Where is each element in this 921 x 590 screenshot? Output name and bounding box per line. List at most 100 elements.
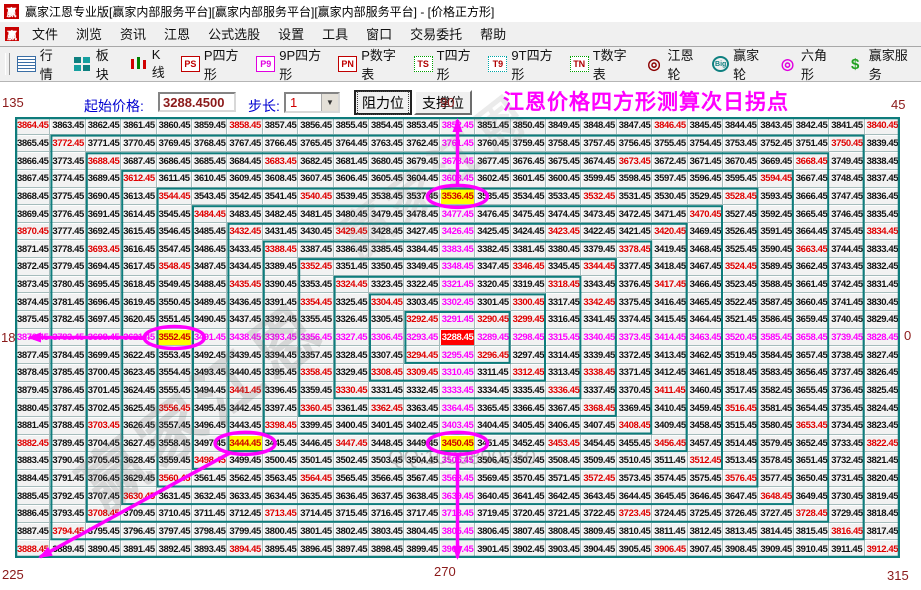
grid-cell: 3457.45 xyxy=(688,435,723,453)
grid-cell: 3584.45 xyxy=(758,346,793,364)
grid-cell: 3453.45 xyxy=(546,435,581,453)
grid-cell: 3292.45 xyxy=(404,311,439,329)
grid-cell: 3693.45 xyxy=(86,240,121,258)
grid-cell: 3497.45 xyxy=(192,435,227,453)
grid-cell: 3908.45 xyxy=(723,540,758,558)
child-window-icon[interactable]: 赢 xyxy=(5,27,19,41)
grid-cell: 3431.45 xyxy=(263,223,298,241)
grid-cell: 3444.45 xyxy=(227,435,262,453)
grid-cell: 3534.45 xyxy=(511,188,546,206)
resistance-button[interactable]: 阻力位 xyxy=(354,90,412,115)
grid-cell: 3411.45 xyxy=(652,382,687,400)
menu-item-文件[interactable]: 文件 xyxy=(23,25,67,44)
grid-cell: 3868.45 xyxy=(15,188,50,206)
grid-cell: 3488.45 xyxy=(192,276,227,294)
toolbar-button-label: K线 xyxy=(152,47,169,81)
menu-item-窗口[interactable]: 窗口 xyxy=(357,25,401,44)
toolbar-button-行情[interactable]: 行情 xyxy=(13,45,69,83)
menu-item-帮助[interactable]: 帮助 xyxy=(471,25,515,44)
grid-cell: 3715.45 xyxy=(334,505,369,523)
grid-cell: 3836.45 xyxy=(865,188,900,206)
grid-cell: 3613.45 xyxy=(121,188,156,206)
grid-cell: 3827.45 xyxy=(865,346,900,364)
toolbar-button-赢家服务[interactable]: $赢家服务 xyxy=(842,45,921,83)
grid-cell: 3373.45 xyxy=(617,329,652,347)
grid-cell: 3759.45 xyxy=(511,135,546,153)
toolbar-button-板块[interactable]: 板块 xyxy=(69,45,125,83)
toolbar-grip[interactable] xyxy=(5,53,10,75)
grid-cell: 3699.45 xyxy=(86,346,121,364)
grid-cell: 3817.45 xyxy=(865,523,900,541)
toolbar-button-T数字表[interactable]: TNT数字表 xyxy=(566,45,641,83)
toolbar-button-9P四方形[interactable]: P99P四方形 xyxy=(252,45,334,83)
grid-cell: 3711.45 xyxy=(192,505,227,523)
grid-cell: 3623.45 xyxy=(121,364,156,382)
grid-cell: 3439.45 xyxy=(227,346,262,364)
grid-cell: 3608.45 xyxy=(263,170,298,188)
grid-cell: 3577.45 xyxy=(758,470,793,488)
grid-cell: 3820.45 xyxy=(865,470,900,488)
grid-cell: 3661.45 xyxy=(794,276,829,294)
grid-cell: 3873.45 xyxy=(15,276,50,294)
grid-cell: 3791.45 xyxy=(50,470,85,488)
grid-cell: 3599.45 xyxy=(581,170,616,188)
menu-item-浏览[interactable]: 浏览 xyxy=(67,25,111,44)
grid-cell: 3538.45 xyxy=(369,188,404,206)
grid-cell: 3551.45 xyxy=(157,311,192,329)
toolbar-button-9T四方形[interactable]: T99T四方形 xyxy=(484,45,565,83)
grid-cell: 3844.45 xyxy=(723,117,758,135)
grid-cell: 3738.45 xyxy=(829,346,864,364)
chevron-down-icon[interactable]: ▼ xyxy=(321,94,338,111)
grid-cell: 3547.45 xyxy=(157,240,192,258)
grid-cell: 3370.45 xyxy=(617,382,652,400)
grid-cell: 3679.45 xyxy=(404,152,439,170)
grid-cell: 3502.45 xyxy=(334,452,369,470)
grid-cell: 3295.45 xyxy=(440,346,475,364)
grid-cell: 3316.45 xyxy=(546,311,581,329)
grid-cell: 3814.45 xyxy=(758,523,793,541)
grid-cell: 3570.45 xyxy=(511,470,546,488)
grid-cell: 3698.45 xyxy=(86,329,121,347)
grid-cell: 3694.45 xyxy=(86,258,121,276)
p9-square-icon: P9 xyxy=(256,56,275,72)
grid-cell: 3451.45 xyxy=(475,435,510,453)
menu-item-工具[interactable]: 工具 xyxy=(313,25,357,44)
step-select[interactable]: 1 ▼ xyxy=(284,92,340,113)
toolbar-button-六角形[interactable]: ◎六角形 xyxy=(774,45,842,83)
menu-item-资讯[interactable]: 资讯 xyxy=(111,25,155,44)
toolbar-button-赢家轮[interactable]: Big赢家轮 xyxy=(708,45,774,83)
grid-cell: 3587.45 xyxy=(758,293,793,311)
grid-cell: 3854.45 xyxy=(369,117,404,135)
grid-cell: 3511.45 xyxy=(652,452,687,470)
menu-item-公式选股[interactable]: 公式选股 xyxy=(199,25,269,44)
grid-cell: 3345.45 xyxy=(546,258,581,276)
grid-cell: 3525.45 xyxy=(723,240,758,258)
grid-cell: 3676.45 xyxy=(511,152,546,170)
menu-item-江恩[interactable]: 江恩 xyxy=(155,25,199,44)
grid-cell: 3697.45 xyxy=(86,311,121,329)
grid-cell: 3324.45 xyxy=(334,276,369,294)
menu-item-设置[interactable]: 设置 xyxy=(269,25,313,44)
grid-cell: 3319.45 xyxy=(511,276,546,294)
toolbar-button-P四方形[interactable]: PSP四方形 xyxy=(177,45,252,83)
toolbar-button-P数字表[interactable]: PNP数字表 xyxy=(334,45,409,83)
grid-cell: 3307.45 xyxy=(369,346,404,364)
toolbar-button-K线[interactable]: K线 xyxy=(125,47,177,81)
grid-cell: 3301.45 xyxy=(475,293,510,311)
menu-item-交易委托[interactable]: 交易委托 xyxy=(401,25,471,44)
toolbar-button-T四方形[interactable]: TST四方形 xyxy=(410,45,485,83)
grid-cell: 3546.45 xyxy=(157,223,192,241)
grid-cell: 3910.45 xyxy=(794,540,829,558)
grid-cell: 3891.45 xyxy=(121,540,156,558)
grid-cell: 3471.45 xyxy=(652,205,687,223)
angle-label-270: 270 xyxy=(434,564,456,579)
grid-cell: 3400.45 xyxy=(334,417,369,435)
grid-cell: 3483.45 xyxy=(227,205,262,223)
gann-wheel-icon: ◎ xyxy=(644,56,663,72)
start-price-input[interactable] xyxy=(158,92,236,112)
grid-cell: 3454.45 xyxy=(581,435,616,453)
grid-cell: 3494.45 xyxy=(192,382,227,400)
grid-cell: 3880.45 xyxy=(15,399,50,417)
grid-cell: 3520.45 xyxy=(723,329,758,347)
toolbar-button-江恩轮[interactable]: ◎江恩轮 xyxy=(640,45,708,83)
